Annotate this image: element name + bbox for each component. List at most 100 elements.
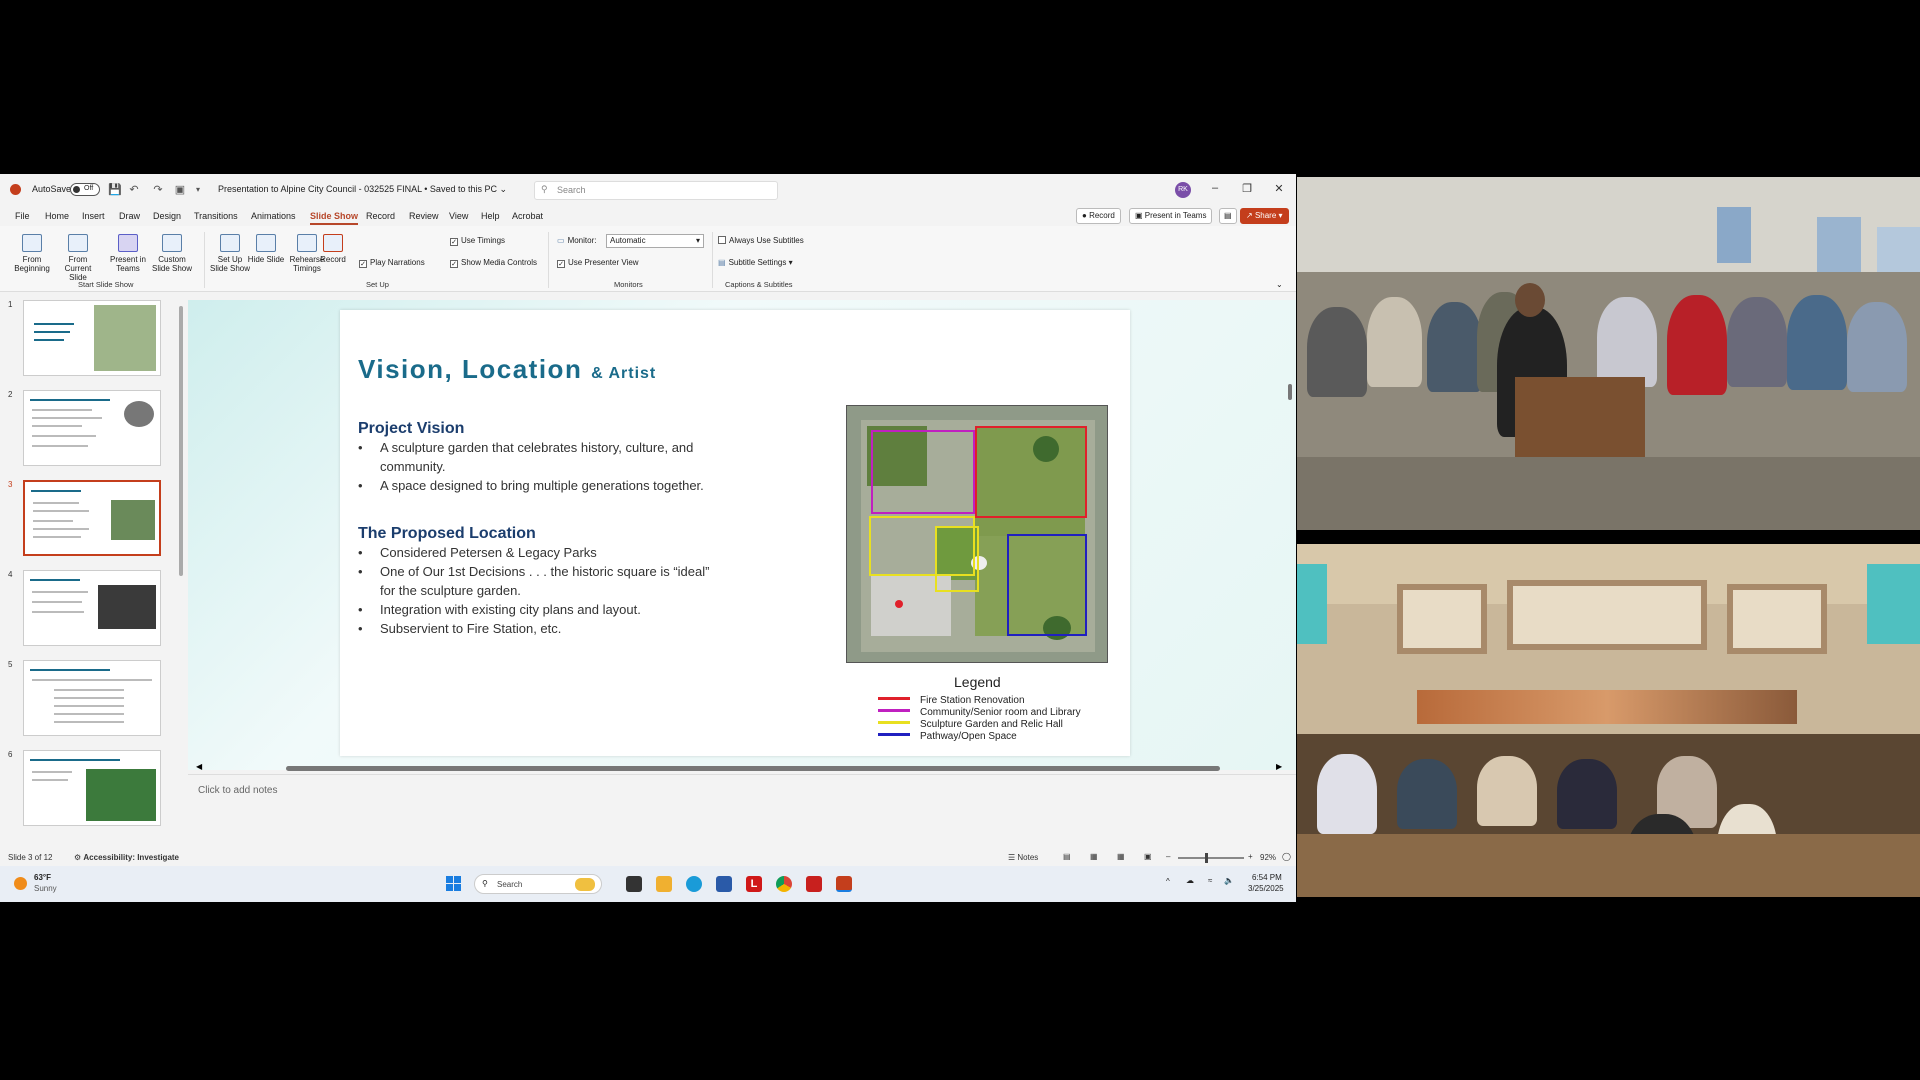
chrome-icon[interactable] — [776, 876, 792, 892]
tab-insert[interactable]: Insert — [82, 211, 105, 221]
from-beginning-button[interactable]: From Beginning — [10, 234, 54, 273]
customize-qat-icon[interactable]: ▾ — [192, 184, 204, 196]
council-member — [1317, 754, 1377, 834]
reading-view-icon[interactable]: ▦ — [1117, 852, 1125, 861]
slide-title[interactable]: Vision, Location & Artist — [358, 354, 656, 385]
zoom-slider[interactable] — [1178, 857, 1244, 859]
tab-slide-show[interactable]: Slide Show — [310, 211, 359, 225]
slideshow-view-icon[interactable]: ▣ — [1144, 852, 1152, 861]
tab-record[interactable]: Record — [366, 211, 395, 221]
record-ribbon-button[interactable]: Record — [318, 234, 348, 264]
autosave-toggle[interactable]: Off — [70, 183, 100, 196]
tab-help[interactable]: Help — [481, 211, 500, 221]
use-timings-checkbox[interactable]: ✓ Use Timings — [450, 236, 505, 246]
tab-animations[interactable]: Animations — [251, 211, 296, 221]
store-icon[interactable] — [716, 876, 732, 892]
title-bar: AutoSave Off 💾 ↶ ↷ ▣ ▾ Presentation to A… — [0, 174, 1296, 206]
hide-slide-button[interactable]: Hide Slide — [244, 234, 288, 264]
slide-thumbnail-5[interactable] — [23, 660, 161, 736]
notes-toggle[interactable]: ☰ Notes — [1008, 853, 1038, 862]
slide-thumbnail-3[interactable] — [23, 480, 161, 556]
scroll-right-icon[interactable]: ▶ — [1276, 762, 1282, 771]
notes-pane[interactable]: Click to add notes — [188, 774, 1296, 850]
slide-canvas[interactable]: Vision, Location & Artist Project Vision… — [340, 310, 1130, 756]
show-media-controls-checkbox[interactable]: ✓ Show Media Controls — [450, 258, 537, 268]
task-view-icon[interactable] — [626, 876, 642, 892]
taskbar-search[interactable]: ⚲ Search — [474, 874, 602, 894]
scroll-left-icon[interactable]: ◀ — [196, 762, 202, 771]
thumb-number: 3 — [8, 480, 13, 489]
custom-slide-show-button[interactable]: Custom Slide Show — [150, 234, 194, 273]
ribbon: From Beginning From Current Slide Presen… — [0, 226, 1296, 292]
restore-icon[interactable]: ❐ — [1240, 182, 1254, 195]
scroll-thumb[interactable] — [179, 306, 183, 576]
slide-sorter-icon[interactable]: ▦ — [1090, 852, 1098, 861]
tab-home[interactable]: Home — [45, 211, 69, 221]
tab-acrobat[interactable]: Acrobat — [512, 211, 543, 221]
clock-date[interactable]: 3/25/2025 — [1248, 884, 1284, 893]
powerpoint-icon[interactable] — [836, 876, 852, 892]
close-icon[interactable]: ✕ — [1272, 182, 1286, 195]
wifi-icon[interactable]: ≈ — [1208, 876, 1212, 885]
minimize-icon[interactable]: – — [1208, 182, 1222, 194]
zoom-in-icon[interactable]: + — [1248, 852, 1253, 861]
zoom-out-icon[interactable]: – — [1166, 852, 1170, 861]
zoom-slider-handle[interactable] — [1205, 853, 1208, 863]
zoom-level[interactable]: 92% — [1260, 853, 1276, 862]
share-button[interactable]: ↗ Share ▾ — [1240, 208, 1289, 224]
wall-panel — [1397, 584, 1487, 654]
redo-icon[interactable]: ↷ — [152, 184, 164, 196]
avatar[interactable]: RK — [1175, 182, 1191, 198]
file-explorer-icon[interactable] — [656, 876, 672, 892]
horizontal-scrollbar[interactable]: ◀ ▶ — [196, 762, 1286, 774]
tab-draw[interactable]: Draw — [119, 211, 140, 221]
tab-design[interactable]: Design — [153, 211, 181, 221]
display-screen — [1297, 564, 1327, 644]
normal-view-icon[interactable]: ▤ — [1063, 852, 1071, 861]
monitor-select[interactable]: Automatic ▾ — [606, 234, 704, 248]
from-current-slide-button[interactable]: From Current Slide — [56, 234, 100, 282]
tab-view[interactable]: View — [449, 211, 468, 221]
slide-thumbnail-1[interactable] — [23, 300, 161, 376]
vertical-scroll-thumb[interactable] — [1288, 384, 1292, 400]
comments-icon[interactable]: ▤ — [1219, 208, 1237, 224]
start-icon[interactable] — [446, 876, 461, 891]
slide-thumbnail-6[interactable] — [23, 750, 161, 826]
clock-time[interactable]: 6:54 PM — [1252, 873, 1282, 882]
present-icon[interactable]: ▣ — [174, 184, 186, 196]
onedrive-icon[interactable]: ☁ — [1186, 876, 1194, 885]
play-narrations-checkbox[interactable]: ✓ Play Narrations — [359, 258, 425, 268]
slide-thumbnail-2[interactable] — [23, 390, 161, 466]
volume-icon[interactable]: 🔈 — [1224, 876, 1234, 885]
app-l-icon[interactable]: L — [746, 876, 762, 892]
tab-transitions[interactable]: Transitions — [194, 211, 238, 221]
notes-placeholder[interactable]: Click to add notes — [198, 785, 278, 796]
edge-icon[interactable] — [686, 876, 702, 892]
record-button[interactable]: ● Record — [1076, 208, 1121, 224]
present-in-teams-ribbon-button[interactable]: Present in Teams — [106, 234, 150, 273]
aerial-site-map[interactable] — [846, 405, 1108, 663]
tab-review[interactable]: Review — [409, 211, 439, 221]
scroll-thumb[interactable] — [286, 766, 1220, 771]
acrobat-icon[interactable] — [806, 876, 822, 892]
use-presenter-view-checkbox[interactable]: ✓ Use Presenter View — [557, 258, 639, 268]
save-icon[interactable]: 💾 — [108, 184, 122, 196]
collapse-ribbon-icon[interactable]: ⌄ — [1276, 280, 1283, 289]
always-use-subtitles-checkbox[interactable]: Always Use Subtitles — [718, 236, 804, 245]
weather-temp[interactable]: 63°F — [34, 873, 51, 882]
fit-slide-icon[interactable]: ◯ — [1282, 852, 1291, 861]
audience-member — [1727, 297, 1787, 387]
undo-icon[interactable]: ↶ — [128, 184, 140, 196]
windows-taskbar: 63°F Sunny ⚲ Search L ^ ☁ ≈ 🔈 6:54 PM 3/… — [0, 866, 1296, 902]
search-box[interactable]: ⚲ Search — [534, 181, 778, 200]
document-title[interactable]: Presentation to Alpine City Council - 03… — [218, 184, 507, 195]
tray-chevron-icon[interactable]: ^ — [1166, 877, 1170, 886]
slide-thumbnail-4[interactable] — [23, 570, 161, 646]
group-label-monitors: Monitors — [614, 280, 643, 289]
tab-file[interactable]: File — [15, 211, 30, 221]
present-in-teams-button[interactable]: ▣ Present in Teams — [1129, 208, 1213, 224]
accessibility-status[interactable]: ⚙ Accessibility: Investigate — [74, 853, 179, 862]
wall-panel — [1727, 584, 1827, 654]
subtitle-settings-button[interactable]: ▤ Subtitle Settings ▾ — [718, 258, 793, 267]
thumbnails-scrollbar[interactable] — [178, 300, 184, 850]
